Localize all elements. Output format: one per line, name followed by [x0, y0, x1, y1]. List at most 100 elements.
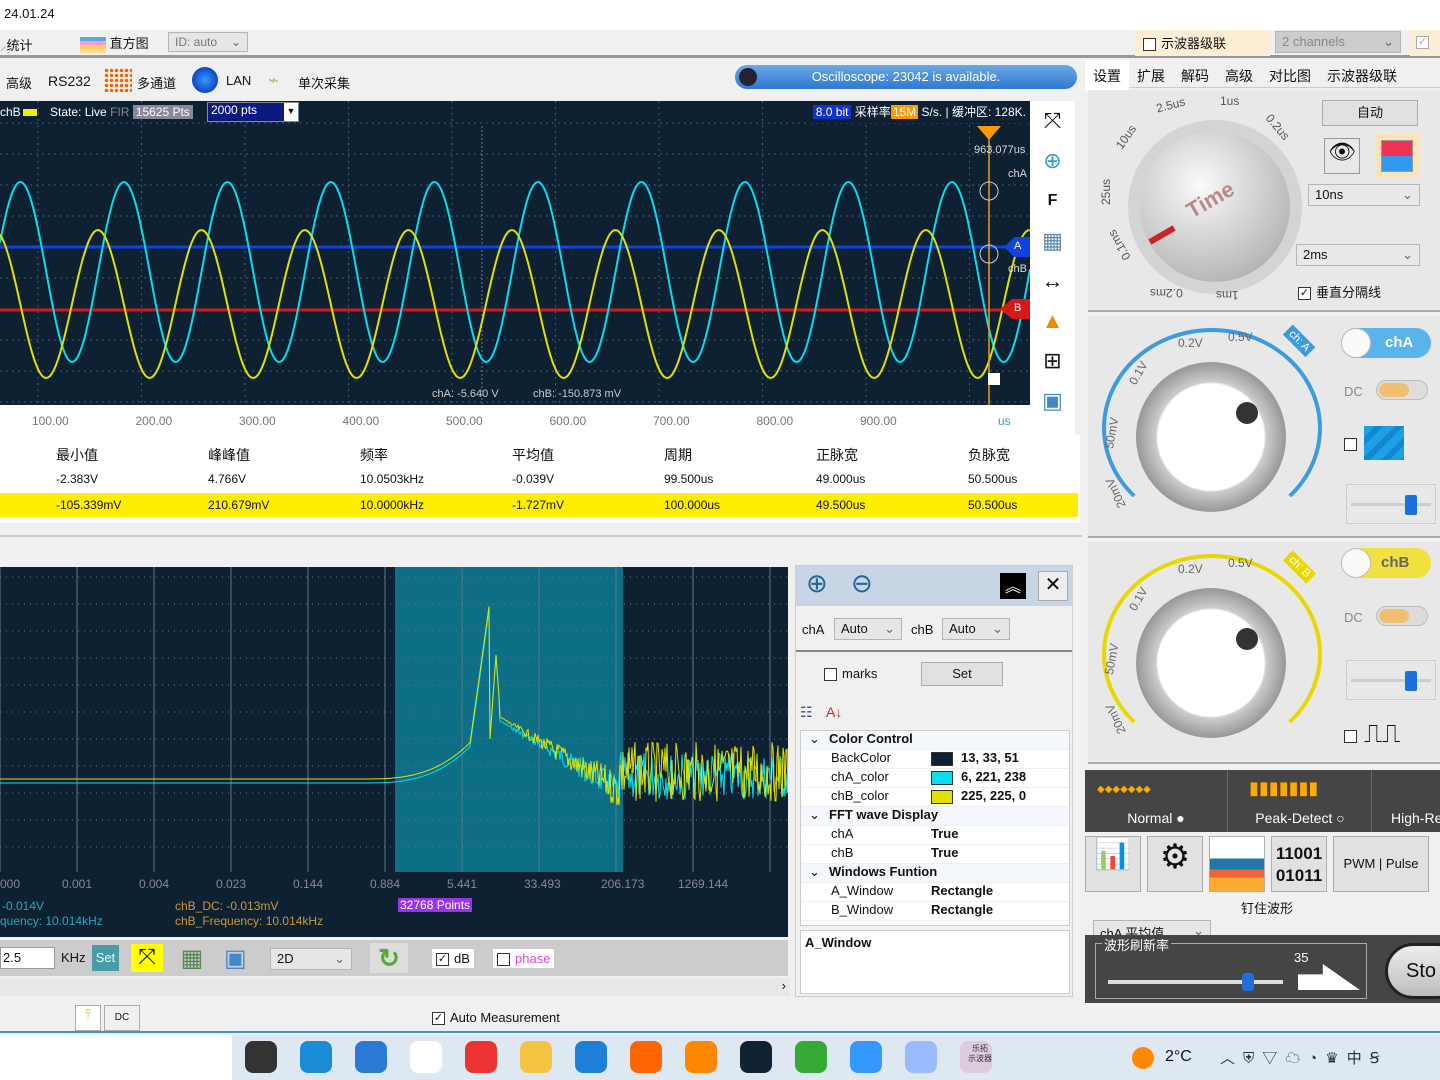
area-chart-icon[interactable]: [1209, 836, 1265, 892]
fft-chB-select[interactable]: Auto: [942, 618, 1010, 640]
chevron-down-icon[interactable]: ⌄: [809, 864, 829, 882]
property-row[interactable]: B_Window Rectangle: [801, 902, 1069, 921]
right-tab[interactable]: 解码: [1173, 60, 1217, 92]
phase-checkbox[interactable]: phase: [493, 949, 555, 969]
histogram-button[interactable]: 直方图: [80, 33, 149, 53]
chB-toggle[interactable]: chB: [1341, 548, 1431, 578]
cascade-checkbox[interactable]: 示波器级联: [1135, 30, 1270, 56]
probe-icon[interactable]: ⫯: [75, 1005, 101, 1031]
chB-volt-knob[interactable]: [1136, 588, 1286, 738]
refresh-icon[interactable]: ↻: [370, 943, 408, 973]
stats-button[interactable]: ⸝统计: [0, 35, 33, 54]
refresh-rate-slider[interactable]: [1108, 973, 1283, 991]
chB-offset-slider[interactable]: [1346, 660, 1436, 700]
calculator-icon[interactable]: ⊞: [1030, 341, 1075, 381]
mode-peak-detect[interactable]: ▮▮▮▮▮▮▮ Peak-Detect ○: [1229, 770, 1372, 832]
system-tray[interactable]: ︿⛨▽☁◔♛中Ꞩ: [1220, 1047, 1387, 1068]
slider-thumb[interactable]: [1242, 973, 1254, 991]
freq-input[interactable]: 2.5: [0, 947, 55, 969]
rs232-button[interactable]: RS232: [48, 73, 91, 89]
phase-check[interactable]: [497, 953, 510, 967]
marks-set-button[interactable]: Set: [921, 662, 1003, 686]
bar-chart-icon[interactable]: 📊: [1085, 836, 1141, 892]
eye-icon[interactable]: 👁: [1324, 138, 1360, 174]
right-tab[interactable]: 高级: [1217, 60, 1261, 92]
coupling-dc-button[interactable]: DC: [104, 1005, 140, 1031]
chevron-down-icon[interactable]: ⌄: [809, 807, 829, 825]
timebase-min-select[interactable]: 10ns: [1308, 184, 1420, 206]
lan-button[interactable]: LAN: [226, 73, 251, 88]
fft-plot[interactable]: 000 0.001 0.004 0.023 0.144 0.884 5.441 33.493 2…: [0, 567, 788, 937]
time-knob[interactable]: Time: [1140, 132, 1290, 282]
property-row[interactable]: chA True: [801, 826, 1069, 845]
marks-check[interactable]: [824, 668, 837, 682]
pwm-pulse-button[interactable]: PWM | Pulse: [1333, 836, 1429, 892]
chrome-icon[interactable]: [465, 1041, 497, 1073]
scroll-right-icon[interactable]: ›: [782, 978, 786, 993]
fft-zoom-out-icon[interactable]: ⊖: [851, 568, 873, 599]
fft-grid-icon[interactable]: ▦: [176, 944, 208, 972]
chA-filter-checkbox[interactable]: [1344, 438, 1357, 451]
fft-mode-select[interactable]: 2D: [270, 948, 352, 970]
save-icon[interactable]: ▣: [1030, 381, 1075, 421]
chA-toggle[interactable]: chA: [1341, 328, 1431, 358]
marks-checkbox[interactable]: marks: [824, 666, 877, 682]
settings-gear-icon[interactable]: ⚙: [1147, 836, 1203, 892]
sort-az-icon[interactable]: A↓: [826, 704, 842, 720]
explorer-icon[interactable]: [520, 1041, 552, 1073]
oscilloscope-app-label[interactable]: 乐拓 示波器: [960, 1044, 1000, 1064]
right-tab[interactable]: 对比图: [1261, 60, 1319, 92]
property-row[interactable]: chB_color 225, 225, 0: [801, 788, 1069, 807]
extra-checkbox[interactable]: ✓: [1410, 30, 1440, 56]
categorized-icon[interactable]: ☷: [800, 704, 813, 721]
fft-chA-select[interactable]: Auto: [834, 618, 902, 640]
property-row[interactable]: chA_color 6, 221, 238: [801, 769, 1069, 788]
vlc-icon[interactable]: [685, 1041, 717, 1073]
chA-dc-toggle[interactable]: [1376, 380, 1428, 400]
property-category[interactable]: ⌄ Color Control: [801, 731, 1069, 750]
slider-thumb[interactable]: [1405, 495, 1417, 515]
timebase-select[interactable]: 2ms: [1296, 244, 1420, 266]
id-select[interactable]: ID: auto: [168, 32, 248, 52]
fft-scrollbar[interactable]: ›: [0, 978, 790, 996]
mode-normal[interactable]: ◆◆◆◆◆◆◆ Normal ●: [1085, 770, 1228, 832]
fft-set-button[interactable]: Set: [92, 945, 119, 971]
task-view-icon[interactable]: [245, 1041, 277, 1073]
oscilloscope-plot[interactable]: chB State: Live FIR 15625 Pts 2000 pts ▼…: [0, 101, 1030, 405]
right-tab[interactable]: 扩展: [1129, 60, 1173, 92]
feedback-icon[interactable]: [575, 1041, 607, 1073]
db-checkbox[interactable]: ✓ dB: [432, 949, 474, 969]
histogram-peaks-icon[interactable]: ▲: [1030, 301, 1075, 341]
mode-high-res[interactable]: High-Re: [1373, 770, 1440, 832]
zoom-in-icon[interactable]: ⊕: [1030, 141, 1075, 181]
slider-thumb[interactable]: [1405, 671, 1417, 691]
property-row[interactable]: chB True: [801, 845, 1069, 864]
chB-dc-toggle[interactable]: [1376, 606, 1428, 626]
db-check[interactable]: ✓: [436, 953, 449, 967]
right-tab[interactable]: 设置: [1085, 60, 1129, 92]
grid-icon[interactable]: ▦: [1030, 221, 1075, 261]
collapse-up-icon[interactable]: ︽: [1000, 573, 1026, 599]
single-capture-button[interactable]: 单次采集: [298, 73, 350, 92]
channels-select[interactable]: 2 channels: [1275, 31, 1401, 53]
auto-button[interactable]: 自动: [1322, 100, 1418, 126]
multichannel-button[interactable]: 多通道: [137, 73, 176, 92]
paint-icon[interactable]: [850, 1041, 882, 1073]
f-button[interactable]: F: [1030, 181, 1075, 221]
measure-width-icon[interactable]: ↔: [1030, 261, 1075, 301]
cascade-check[interactable]: [1143, 38, 1156, 52]
fft-zoom-in-icon[interactable]: ⊕: [806, 568, 828, 599]
binary-decode-icon[interactable]: 11001 01011: [1271, 836, 1327, 892]
property-category[interactable]: ⌄ FFT wave Display: [801, 807, 1069, 826]
channel-layout-icon[interactable]: [1375, 134, 1419, 178]
fft-save-icon[interactable]: ▣: [224, 944, 252, 972]
chA-offset-slider[interactable]: [1346, 484, 1436, 524]
chA-volt-knob[interactable]: [1136, 362, 1286, 512]
extra-check[interactable]: ✓: [1416, 36, 1429, 50]
fft-fit-icon[interactable]: ⤧: [131, 944, 163, 972]
fit-expand-icon[interactable]: ⤧: [1030, 101, 1075, 141]
stop-button[interactable]: Sto: [1385, 943, 1440, 999]
settings-icon[interactable]: [905, 1041, 937, 1073]
edge-icon[interactable]: [300, 1041, 332, 1073]
pts-select[interactable]: 2000 pts ▼: [207, 102, 299, 122]
